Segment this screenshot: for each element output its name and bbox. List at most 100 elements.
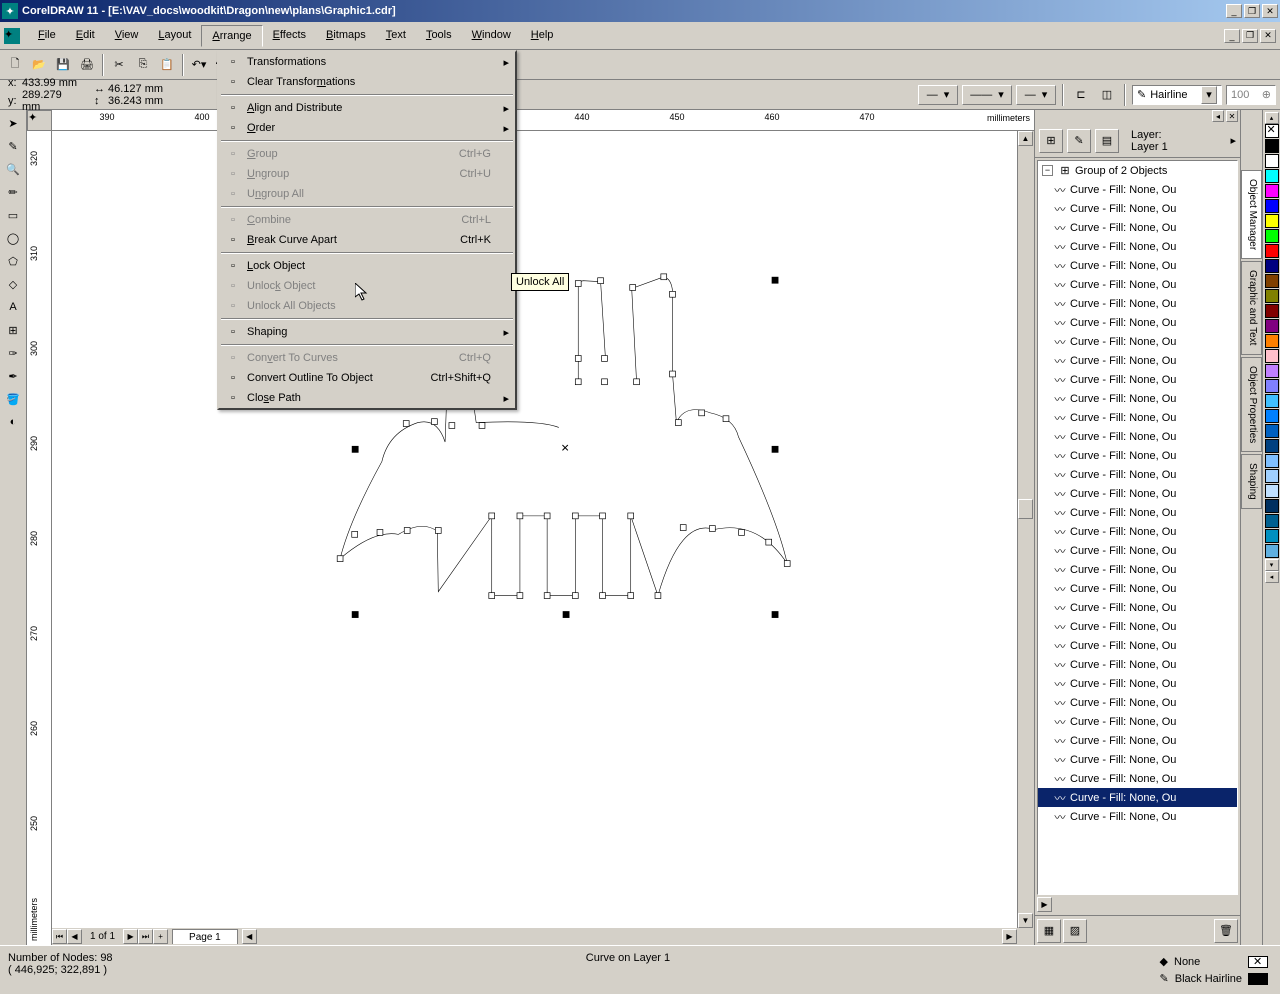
menu-item-order[interactable]: ▫Order▸ — [219, 118, 515, 138]
docker-close-button[interactable]: ✕ — [1226, 110, 1238, 122]
tree-scroll-right[interactable]: ▶ — [1037, 897, 1052, 912]
copy-button[interactable]: ⎘ — [132, 54, 154, 76]
outline-size-combo[interactable]: 100 ⊕ — [1226, 85, 1276, 105]
color-swatch[interactable] — [1265, 139, 1279, 153]
menu-item-align-and-distribute[interactable]: ▫Align and Distribute▸ — [219, 98, 515, 118]
tree-item[interactable]: 〰Curve - Fill: None, Ou — [1038, 674, 1237, 693]
doc-close-button[interactable]: ✕ — [1260, 29, 1276, 43]
prev-page-button[interactable]: ◀ — [67, 929, 82, 944]
menu-text[interactable]: Text — [376, 25, 416, 47]
minimize-button[interactable]: _ — [1226, 4, 1242, 18]
end-arrow-button[interactable]: —▾ — [1016, 85, 1056, 105]
scroll-left-button[interactable]: ◀ — [242, 929, 257, 944]
last-page-button[interactable]: ⏭ — [138, 929, 153, 944]
tree-item[interactable]: 〰Curve - Fill: None, Ou — [1038, 294, 1237, 313]
menu-help[interactable]: Help — [521, 25, 564, 47]
menu-view[interactable]: View — [105, 25, 149, 47]
blend-tool[interactable]: ⊞ — [2, 319, 24, 341]
docker-collapse-button[interactable]: ◂ — [1212, 110, 1224, 122]
color-swatch[interactable] — [1265, 259, 1279, 273]
canvas[interactable]: ✕ — [52, 131, 1017, 928]
tree-item[interactable]: 〰Curve - Fill: None, Ou — [1038, 693, 1237, 712]
ellipse-tool[interactable]: ◯ — [2, 227, 24, 249]
color-swatch[interactable] — [1265, 319, 1279, 333]
tree-item[interactable]: 〰Curve - Fill: None, Ou — [1038, 522, 1237, 541]
color-swatch[interactable] — [1265, 334, 1279, 348]
menu-tools[interactable]: Tools — [416, 25, 462, 47]
tree-item[interactable]: 〰Curve - Fill: None, Ou — [1038, 465, 1237, 484]
first-page-button[interactable]: ⏮ — [52, 929, 67, 944]
fill-tool[interactable]: 🪣 — [2, 388, 24, 410]
outline-width-combo[interactable]: ✎ Hairline ▾ — [1132, 85, 1222, 105]
color-swatch[interactable] — [1265, 544, 1279, 558]
tree-item[interactable]: 〰Curve - Fill: None, Ou — [1038, 332, 1237, 351]
doc-minimize-button[interactable]: _ — [1224, 29, 1240, 43]
palette-down-button[interactable]: ▾ — [1265, 559, 1279, 571]
scroll-down-button[interactable]: ▼ — [1018, 913, 1033, 928]
line-style-button[interactable]: ——▾ — [962, 85, 1012, 105]
rectangle-tool[interactable]: ▭ — [2, 204, 24, 226]
menu-item-clear-transformations[interactable]: ▫Clear Transformations — [219, 72, 515, 92]
color-swatch[interactable] — [1265, 289, 1279, 303]
tree-item[interactable]: 〰Curve - Fill: None, Ou — [1038, 617, 1237, 636]
menu-layout[interactable]: Layout — [148, 25, 201, 47]
color-swatch[interactable] — [1265, 244, 1279, 258]
horizontal-ruler[interactable]: millimeters 390400440450460470 — [52, 110, 1034, 131]
delete-button[interactable]: 🗑 — [1214, 919, 1238, 943]
scroll-up-button[interactable]: ▲ — [1018, 131, 1033, 146]
tree-horizontal-scrollbar[interactable]: ◀ ▶ — [1037, 897, 1238, 913]
color-swatch[interactable] — [1265, 469, 1279, 483]
pick-tool[interactable]: ➤ — [2, 112, 24, 134]
color-swatch[interactable] — [1265, 364, 1279, 378]
color-swatch[interactable] — [1265, 304, 1279, 318]
doc-restore-button[interactable]: ❐ — [1242, 29, 1258, 43]
tree-item[interactable]: 〰Curve - Fill: None, Ou — [1038, 218, 1237, 237]
layer-view-button[interactable]: ▤ — [1095, 129, 1119, 153]
interactive-fill-tool[interactable]: ◐ — [2, 411, 24, 433]
object-tree[interactable]: −⊞Group of 2 Objects〰Curve - Fill: None,… — [1037, 160, 1238, 895]
menu-item-transformations[interactable]: ▫Transformations▸ — [219, 52, 515, 72]
new-button[interactable]: 🗋 — [4, 54, 26, 76]
cut-button[interactable]: ✂ — [108, 54, 130, 76]
color-swatch[interactable] — [1265, 529, 1279, 543]
tree-item[interactable]: 〰Curve - Fill: None, Ou — [1038, 788, 1237, 807]
scroll-right-button[interactable]: ▶ — [1002, 929, 1017, 944]
color-swatch[interactable] — [1265, 379, 1279, 393]
fill-swatch[interactable] — [1248, 956, 1268, 968]
tree-item[interactable]: 〰Curve - Fill: None, Ou — [1038, 427, 1237, 446]
tree-item[interactable]: 〰Curve - Fill: None, Ou — [1038, 579, 1237, 598]
color-swatch[interactable] — [1265, 274, 1279, 288]
horizontal-scrollbar[interactable]: ◀ ▶ — [242, 929, 1017, 944]
restore-button[interactable]: ❐ — [1244, 4, 1260, 18]
docker-tab-object-manager[interactable]: Object Manager — [1241, 170, 1262, 259]
tree-item[interactable]: 〰Curve - Fill: None, Ou — [1038, 313, 1237, 332]
color-swatch[interactable] — [1265, 424, 1279, 438]
color-swatch[interactable] — [1265, 439, 1279, 453]
new-master-button[interactable]: ▨ — [1063, 919, 1087, 943]
tree-item[interactable]: 〰Curve - Fill: None, Ou — [1038, 731, 1237, 750]
vertical-ruler[interactable]: millimeters 320310300290280270260250 — [27, 131, 52, 945]
color-swatch[interactable] — [1265, 154, 1279, 168]
menu-bitmaps[interactable]: Bitmaps — [316, 25, 376, 47]
save-button[interactable]: 💾 — [52, 54, 74, 76]
color-swatch[interactable] — [1265, 484, 1279, 498]
tree-item[interactable]: 〰Curve - Fill: None, Ou — [1038, 180, 1237, 199]
color-swatch[interactable] — [1265, 214, 1279, 228]
shape-tool[interactable]: ✎ — [2, 135, 24, 157]
color-swatch[interactable] — [1265, 499, 1279, 513]
color-swatch[interactable] — [1265, 409, 1279, 423]
new-layer-button[interactable]: ▦ — [1037, 919, 1061, 943]
text-tool[interactable]: A — [2, 296, 24, 318]
color-swatch[interactable] — [1265, 394, 1279, 408]
palette-menu-button[interactable]: ◂ — [1265, 571, 1279, 583]
tree-item[interactable]: 〰Curve - Fill: None, Ou — [1038, 560, 1237, 579]
color-swatch[interactable] — [1265, 184, 1279, 198]
tree-item[interactable]: 〰Curve - Fill: None, Ou — [1038, 237, 1237, 256]
outline-swatch[interactable] — [1248, 973, 1268, 985]
color-swatch[interactable] — [1265, 454, 1279, 468]
tree-item[interactable]: 〰Curve - Fill: None, Ou — [1038, 655, 1237, 674]
polygon-tool[interactable]: ⬠ — [2, 250, 24, 272]
color-swatch[interactable] — [1265, 169, 1279, 183]
tree-item[interactable]: 〰Curve - Fill: None, Ou — [1038, 541, 1237, 560]
print-button[interactable]: 🖨 — [76, 54, 98, 76]
